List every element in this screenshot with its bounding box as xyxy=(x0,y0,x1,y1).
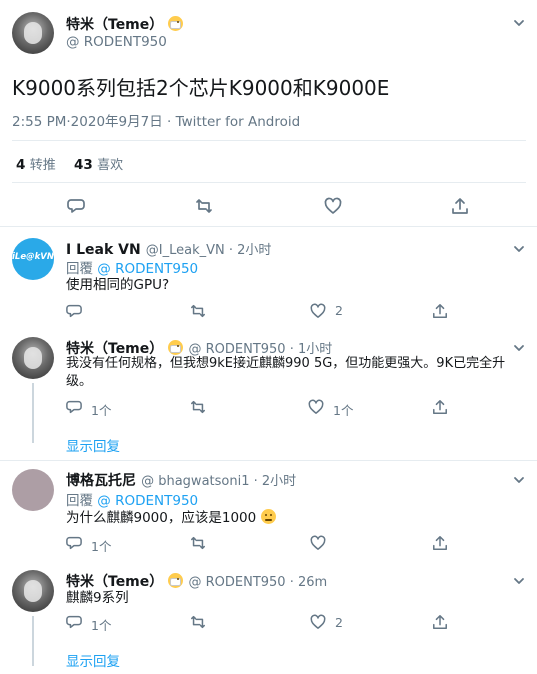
reply-count: 1个 xyxy=(91,618,112,633)
mask-emoji-icon xyxy=(168,16,184,31)
share-icon[interactable] xyxy=(432,399,448,415)
share-icon[interactable] xyxy=(432,535,448,551)
reply-header: 特米（Teme） @ RODENT950 · 26m xyxy=(66,571,327,591)
thinking-face-emoji-icon xyxy=(260,509,276,524)
reply-count: 1个 xyxy=(91,403,112,418)
divider xyxy=(12,140,526,141)
mention-link[interactable]: @ RODENT950 xyxy=(97,261,198,277)
author-handle[interactable]: @ RODENT950 · 26m xyxy=(188,575,327,590)
retweet-icon[interactable] xyxy=(190,399,206,415)
retweets-stat[interactable]: 4 转推 xyxy=(16,154,56,173)
like-icon[interactable] xyxy=(310,614,326,630)
reply-icon[interactable] xyxy=(66,399,82,415)
author-handle[interactable]: @ RODENT950 xyxy=(66,34,167,50)
like-count: 2 xyxy=(335,303,343,318)
show-replies-link[interactable]: 显示回复 xyxy=(66,650,120,670)
reply-icon[interactable] xyxy=(66,303,82,319)
reply-text: 我没有任何规格，但我想9kE接近麒麟990 5G，但功能更强大。9K已完全升级。 xyxy=(66,356,506,389)
like-icon[interactable] xyxy=(310,535,326,551)
reply-text: 使用相同的GPU? xyxy=(66,277,170,293)
replying-to: 回覆 @ RODENT950 xyxy=(66,261,199,277)
divider xyxy=(0,226,537,227)
thread-line xyxy=(32,383,34,443)
retweet-icon[interactable] xyxy=(190,535,206,551)
mention-link[interactable]: @ RODENT950 xyxy=(97,493,198,509)
retweets-count: 4 xyxy=(16,157,26,173)
tweet-text: K9000系列包括2个芯片K9000和K9000E xyxy=(12,76,390,100)
author-name[interactable]: 博格瓦托尼 xyxy=(66,473,136,489)
reply-header: I Leak VN @I_Leak_VN · 2小时 xyxy=(66,239,271,258)
divider xyxy=(0,460,537,461)
chevron-down-icon[interactable] xyxy=(512,573,526,587)
chevron-down-icon[interactable] xyxy=(512,472,526,486)
replying-to: 回覆 @ RODENT950 xyxy=(66,493,199,509)
author-handle[interactable]: @ bhagwatsoni1 · 2小时 xyxy=(141,474,296,489)
reply-icon[interactable] xyxy=(67,197,85,215)
like-icon[interactable] xyxy=(324,197,342,215)
author-handle[interactable]: @I_Leak_VN · 2小时 xyxy=(146,243,272,258)
divider xyxy=(12,182,526,183)
author-name[interactable]: 特米（Teme） xyxy=(66,574,163,590)
like-icon[interactable] xyxy=(310,303,326,319)
reply-text: 为什么麒麟9000，应该是1000 xyxy=(66,509,276,527)
likes-count: 43 xyxy=(74,157,93,173)
retweet-icon[interactable] xyxy=(190,614,206,630)
avatar[interactable] xyxy=(12,570,54,612)
retweet-icon[interactable] xyxy=(195,197,213,215)
show-replies-link[interactable]: 显示回复 xyxy=(66,435,120,455)
thread-line xyxy=(32,616,34,666)
reply-header: 博格瓦托尼 @ bhagwatsoni1 · 2小时 xyxy=(66,470,296,490)
avatar-logo-text: iLe@kVN xyxy=(12,252,54,262)
chevron-down-icon[interactable] xyxy=(512,15,526,29)
avatar[interactable] xyxy=(12,12,54,54)
reply-icon[interactable] xyxy=(66,614,82,630)
retweet-icon[interactable] xyxy=(190,303,206,319)
retweets-label: 转推 xyxy=(29,158,56,173)
likes-label: 喜欢 xyxy=(97,158,124,173)
likes-stat[interactable]: 43 喜欢 xyxy=(74,154,123,173)
chevron-down-icon[interactable] xyxy=(512,340,526,354)
share-icon[interactable] xyxy=(432,303,448,319)
mask-emoji-icon xyxy=(168,573,184,588)
like-icon[interactable] xyxy=(308,399,324,415)
reply-text: 麒麟9系列 xyxy=(66,590,129,606)
like-count: 2 xyxy=(335,615,343,630)
avatar[interactable] xyxy=(12,337,54,379)
reply-count: 1个 xyxy=(91,539,112,554)
avatar[interactable]: iLe@kVN xyxy=(12,238,54,280)
share-icon[interactable] xyxy=(432,614,448,630)
share-icon[interactable] xyxy=(451,197,469,215)
mask-emoji-icon xyxy=(168,340,184,355)
chevron-down-icon[interactable] xyxy=(512,241,526,255)
tweet-timestamp[interactable]: 2:55 PM·2020年9月7日 · Twitter for Android xyxy=(12,110,300,130)
author-name[interactable]: 特米（Teme） xyxy=(66,14,184,34)
avatar[interactable] xyxy=(12,469,54,511)
author-name[interactable]: I Leak VN xyxy=(66,242,141,258)
reply-icon[interactable] xyxy=(66,535,82,551)
like-count: 1个 xyxy=(333,403,354,418)
